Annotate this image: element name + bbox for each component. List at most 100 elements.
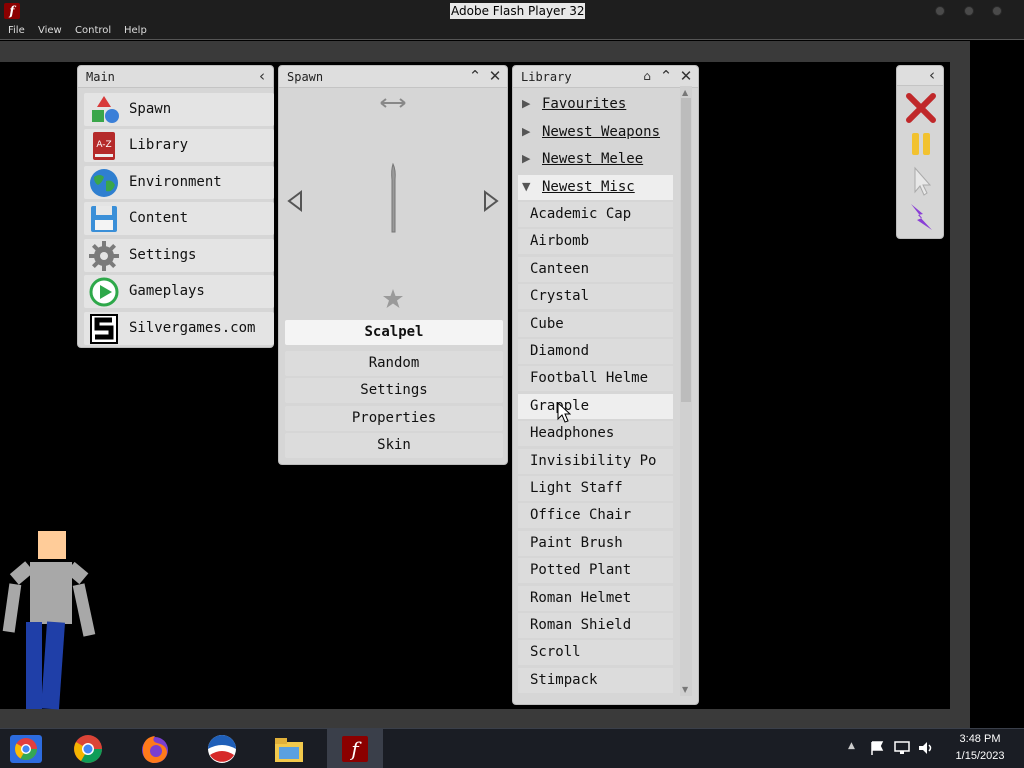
category-newest-melee[interactable]: ▶ Newest Melee — [518, 147, 673, 172]
pause-icon[interactable] — [903, 128, 939, 160]
menu-help[interactable]: Help — [124, 25, 147, 36]
file-explorer-icon[interactable] — [271, 733, 307, 765]
category-label: Newest Melee — [542, 151, 644, 167]
firefox-icon[interactable] — [137, 733, 173, 765]
main-item-spawn[interactable]: Spawn — [84, 93, 274, 126]
library-item-label: Roman Shield — [530, 617, 632, 633]
library-item[interactable]: Paint Brush — [518, 531, 673, 556]
main-panel-header: Main ‹ — [78, 66, 273, 88]
library-item[interactable]: Headphones — [518, 421, 673, 446]
character-head — [38, 531, 66, 559]
library-item[interactable]: Canteen — [518, 257, 673, 282]
collapse-chevron-icon[interactable]: ‹ — [924, 68, 940, 84]
action-center-flag-icon[interactable] — [869, 740, 885, 756]
scroll-down-icon[interactable]: ▼ — [682, 685, 688, 694]
spawn-panel-title: Spawn — [287, 70, 324, 84]
library-item[interactable]: Scroll — [518, 640, 673, 665]
clock-time[interactable]: 3:48 PM — [945, 733, 1015, 745]
mouse-pointer-icon — [557, 402, 571, 423]
library-item[interactable]: Crystal — [518, 284, 673, 309]
selected-item-label[interactable]: Scalpel — [285, 320, 503, 345]
library-item[interactable]: Light Staff — [518, 476, 673, 501]
star-favourite-icon[interactable] — [382, 288, 404, 310]
obama-logo-icon[interactable] — [204, 733, 240, 765]
library-item-label: Light Staff — [530, 480, 623, 496]
library-item[interactable]: Stimpack — [518, 668, 673, 693]
random-button[interactable]: Random — [285, 351, 503, 376]
library-item[interactable]: Office Chair — [518, 503, 673, 528]
flip-horizontal-icon[interactable] — [379, 96, 407, 110]
main-item-silvergames[interactable]: Silvergames.com — [84, 312, 274, 345]
main-item-label: Environment — [129, 174, 222, 190]
library-item[interactable]: Cube — [518, 312, 673, 337]
previous-arrow-icon[interactable] — [287, 190, 303, 212]
menu-control[interactable]: Control — [75, 25, 111, 36]
main-item-content[interactable]: Content — [84, 202, 274, 235]
network-icon[interactable] — [893, 740, 911, 756]
flash-player-icon[interactable]: f — [337, 733, 373, 765]
chrome-icon[interactable] — [8, 733, 44, 765]
next-arrow-icon[interactable] — [483, 190, 499, 212]
main-panel-title: Main — [86, 70, 115, 84]
scalpel-preview-icon — [391, 162, 396, 233]
properties-button[interactable]: Properties — [285, 406, 503, 431]
library-item[interactable]: Invisibility Po — [518, 449, 673, 474]
silvergames-logo-icon — [90, 314, 118, 344]
scroll-up-icon[interactable]: ▲ — [682, 88, 688, 97]
maximize-button[interactable] — [964, 6, 974, 16]
main-item-label: Settings — [129, 247, 197, 263]
shapes-icon — [92, 96, 119, 123]
collapse-up-icon[interactable]: ⌃ — [658, 69, 674, 85]
collapse-up-icon[interactable]: ⌃ — [467, 69, 483, 85]
cursor-icon[interactable] — [903, 165, 939, 197]
svg-text:A-Z: A-Z — [96, 140, 111, 150]
library-item-label: Cube — [530, 316, 564, 332]
collapse-chevron-icon[interactable]: ‹ — [254, 69, 270, 85]
category-newest-misc[interactable]: ▼ Newest Misc — [518, 175, 673, 200]
main-item-environment[interactable]: Environment — [84, 166, 274, 199]
library-item-label: Football Helme — [530, 370, 649, 386]
main-item-label: Spawn — [129, 101, 172, 117]
close-icon[interactable]: ✕ — [487, 69, 503, 85]
library-scrollbar[interactable]: ▲ ▼ — [680, 86, 692, 696]
close-window-button[interactable] — [992, 6, 1002, 16]
library-item[interactable]: Grapple — [518, 394, 673, 419]
library-item[interactable]: Roman Shield — [518, 613, 673, 638]
close-icon[interactable]: ✕ — [678, 69, 694, 85]
library-item[interactable]: Potted Plant — [518, 558, 673, 583]
clock-date[interactable]: 1/15/2023 — [945, 750, 1015, 762]
main-item-gameplays[interactable]: Gameplays — [84, 275, 274, 308]
library-item-label: Academic Cap — [530, 206, 632, 222]
expand-arrow-icon: ▶ — [522, 97, 531, 110]
library-item[interactable]: Academic Cap — [518, 202, 673, 227]
title-bar: f Adobe Flash Player 32 — [0, 0, 1024, 23]
category-favourites[interactable]: ▶ Favourites — [518, 92, 673, 117]
library-item[interactable]: Diamond — [518, 339, 673, 364]
menu-file[interactable]: File — [8, 25, 25, 36]
main-item-label: Library — [129, 137, 189, 153]
minimize-button[interactable] — [935, 6, 945, 16]
library-item[interactable]: Airbomb — [518, 229, 673, 254]
library-item-label: Paint Brush — [530, 535, 623, 551]
category-label: Newest Weapons — [542, 124, 661, 140]
window-title: Adobe Flash Player 32 — [450, 3, 586, 19]
close-x-icon[interactable] — [903, 92, 939, 124]
library-item[interactable]: Roman Helmet — [518, 586, 673, 611]
main-item-library[interactable]: A-Z Library — [84, 129, 274, 162]
expand-arrow-icon: ▶ — [522, 125, 531, 138]
menu-bar: File View Control Help — [0, 23, 1024, 40]
home-icon[interactable]: ⌂ — [639, 69, 655, 85]
tray-overflow-icon[interactable]: ▲ — [848, 741, 855, 751]
play-icon — [89, 277, 119, 307]
settings-button[interactable]: Settings — [285, 378, 503, 403]
main-panel: Main ‹ Spawn A-Z Library Environment Con… — [77, 65, 274, 348]
menu-view[interactable]: View — [38, 25, 62, 36]
chrome-browser-icon[interactable] — [70, 733, 106, 765]
category-newest-weapons[interactable]: ▶ Newest Weapons — [518, 120, 673, 145]
volume-icon[interactable] — [917, 740, 935, 756]
lightning-icon[interactable] — [903, 201, 939, 233]
scroll-thumb[interactable] — [681, 98, 691, 402]
skin-button[interactable]: Skin — [285, 433, 503, 458]
library-item[interactable]: Football Helme — [518, 366, 673, 391]
main-item-settings[interactable]: Settings — [84, 239, 274, 272]
